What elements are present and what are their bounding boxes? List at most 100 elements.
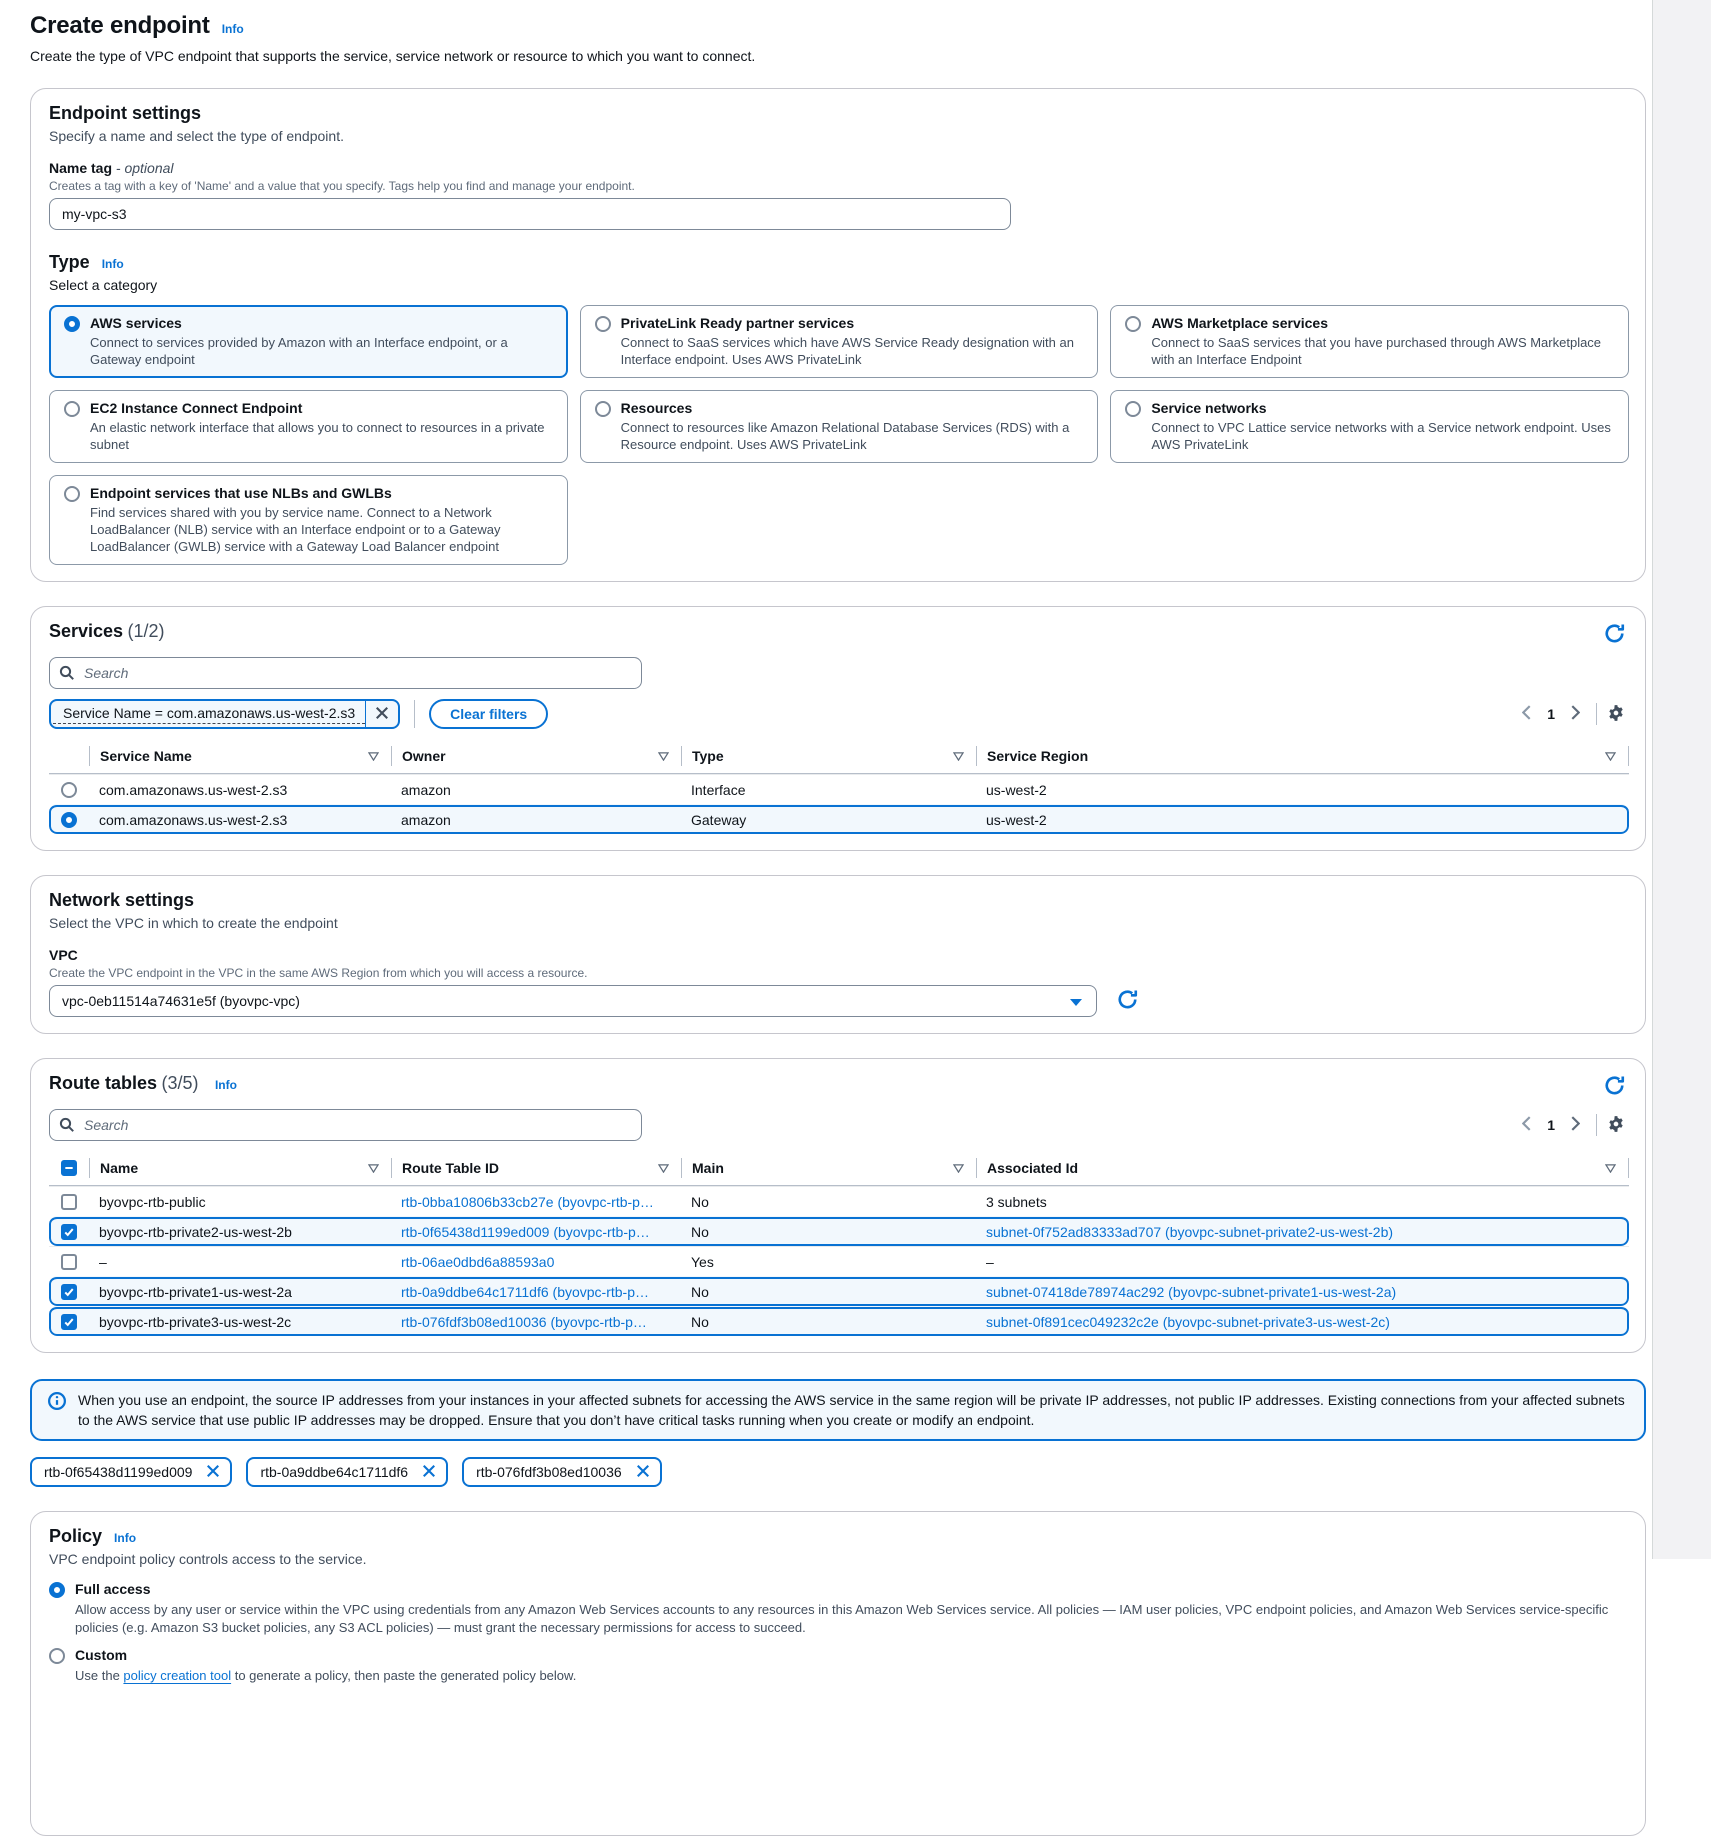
radio-resources[interactable] [595,401,611,417]
route-table-row-public[interactable]: byovpc-rtb-public rtb-0bba10806b33cb27e … [49,1186,1629,1216]
type-option-privatelink-partner-services[interactable]: PrivateLink Ready partner services Conne… [580,305,1099,378]
row-checkbox[interactable] [61,1284,77,1300]
services-refresh-button[interactable] [1602,621,1627,649]
route-tables-preferences-button[interactable] [1605,1113,1627,1138]
close-icon [206,1464,220,1481]
subnet-link[interactable]: subnet-0f752ad83333ad707 (byovpc-subnet-… [986,1224,1393,1240]
column-header-associated-id[interactable]: Associated Id [976,1158,1629,1178]
type-option-ec2-instance-connect[interactable]: EC2 Instance Connect Endpoint An elastic… [49,390,568,463]
services-search-input[interactable] [49,657,642,689]
radio-custom[interactable] [49,1648,65,1664]
radio-ec2-instance-connect[interactable] [64,401,80,417]
route-table-id-link[interactable]: rtb-06ae0dbd6a88593a0 [401,1254,554,1270]
route-table-id-link[interactable]: rtb-0a9ddbe64c1711df6 (byovpc-rtb-p… [401,1284,649,1300]
route-tables-info-link[interactable]: Info [215,1078,237,1092]
route-table-row-main[interactable]: – rtb-06ae0dbd6a88593a0 Yes – [49,1246,1629,1276]
name-cell: byovpc-rtb-private2-us-west-2b [89,1224,391,1240]
page-number[interactable]: 1 [1539,1117,1563,1133]
radio-aws-marketplace-services[interactable] [1125,316,1141,332]
main-cell: No [681,1314,976,1330]
policy-creation-tool-link[interactable]: policy creation tool [123,1668,231,1683]
route-table-row-private3[interactable]: byovpc-rtb-private3-us-west-2c rtb-076fd… [49,1306,1629,1336]
type-option-aws-services[interactable]: AWS services Connect to services provide… [49,305,568,378]
main-cell: Yes [681,1254,976,1270]
page-number[interactable]: 1 [1539,706,1563,722]
row-checkbox[interactable] [61,1194,77,1210]
column-header-route-table-id[interactable]: Route Table ID [391,1158,681,1178]
filter-token-label[interactable]: Service Name = com.amazonaws.us-west-2.s… [53,704,365,724]
name-cell: byovpc-rtb-public [89,1194,391,1210]
policy-option-custom[interactable]: Custom Use the policy creation tool to g… [49,1647,1627,1685]
type-option-service-networks[interactable]: Service networks Connect to VPC Lattice … [1110,390,1629,463]
row-radio[interactable] [61,812,77,828]
column-header-owner[interactable]: Owner [391,746,681,766]
clear-filters-button[interactable]: Clear filters [429,699,548,729]
route-table-token: rtb-076fdf3b08ed10036 [462,1457,662,1487]
type-option-endpoint-services-nlb-gwlb[interactable]: Endpoint services that use NLBs and GWLB… [49,475,568,565]
refresh-icon [1604,1075,1625,1099]
token-label: rtb-076fdf3b08ed10036 [476,1464,622,1480]
type-hint: Select a category [49,277,1627,293]
row-checkbox[interactable] [61,1224,77,1240]
column-header-name[interactable]: Name [89,1158,391,1178]
name-tag-input[interactable] [49,198,1011,230]
radio-aws-services[interactable] [64,316,80,332]
previous-page-button[interactable] [1514,701,1539,727]
radio-endpoint-services-nlb-gwlb[interactable] [64,486,80,502]
route-table-id-link[interactable]: rtb-0bba10806b33cb27e (byovpc-rtb-p… [401,1194,654,1210]
type-info-link[interactable]: Info [102,257,124,271]
chevron-right-icon [1571,705,1580,723]
type-option-aws-marketplace-services[interactable]: AWS Marketplace services Connect to SaaS… [1110,305,1629,378]
column-header-service-name[interactable]: Service Name [89,746,391,766]
services-preferences-button[interactable] [1605,702,1627,727]
associated-id-cell: – [976,1254,1629,1270]
row-checkbox[interactable] [61,1254,77,1270]
sort-icon [658,1160,669,1176]
column-header-type[interactable]: Type [681,746,976,766]
filter-token-dismiss-button[interactable] [366,706,398,723]
service-row-gateway[interactable]: com.amazonaws.us-west-2.s3 amazon Gatewa… [49,804,1629,834]
vpc-select[interactable]: vpc-0eb11514a74631e5f (byovpc-vpc) [49,985,1097,1017]
radio-privatelink-partner-services[interactable] [595,316,611,332]
token-dismiss-button[interactable] [634,1464,652,1481]
column-header-main[interactable]: Main [681,1158,976,1178]
radio-full-access[interactable] [49,1582,65,1598]
subnets-popover-trigger[interactable]: 3 subnets [986,1194,1047,1210]
next-page-button[interactable] [1563,701,1588,727]
token-dismiss-button[interactable] [204,1464,222,1481]
route-table-row-private2[interactable]: byovpc-rtb-private2-us-west-2b rtb-0f654… [49,1216,1629,1246]
endpoint-settings-panel: Endpoint settings Specify a name and sel… [30,88,1646,582]
page-info-link[interactable]: Info [222,22,244,36]
radio-service-networks[interactable] [1125,401,1141,417]
selected-route-table-tokens: rtb-0f65438d1199ed009 rtb-0a9ddbe64c1711… [30,1457,1646,1487]
full-access-label: Full access [75,1581,1627,1597]
route-tables-refresh-button[interactable] [1602,1073,1627,1101]
sort-icon [658,748,669,764]
row-checkbox[interactable] [61,1314,77,1330]
custom-description: Use the policy creation tool to generate… [75,1667,576,1685]
policy-info-link[interactable]: Info [114,1531,136,1545]
network-settings-title: Network settings [49,890,194,910]
route-tables-search [49,1109,642,1141]
network-settings-panel: Network settings Select the VPC in which… [30,875,1646,1034]
main-cell: No [681,1194,976,1210]
subnet-link[interactable]: subnet-07418de78974ac292 (byovpc-subnet-… [986,1284,1396,1300]
route-table-id-link[interactable]: rtb-076fdf3b08ed10036 (byovpc-rtb-p… [401,1314,647,1330]
vpc-selected-value: vpc-0eb11514a74631e5f (byovpc-vpc) [62,993,300,1009]
policy-option-full-access[interactable]: Full access Allow access by any user or … [49,1581,1627,1637]
route-tables-search-input[interactable] [49,1109,642,1141]
row-radio[interactable] [61,782,77,798]
endpoint-info-alert: When you use an endpoint, the source IP … [30,1379,1646,1441]
route-table-id-link[interactable]: rtb-0f65438d1199ed009 (byovpc-rtb-p… [401,1224,650,1240]
next-page-button[interactable] [1563,1112,1588,1138]
token-dismiss-button[interactable] [420,1464,438,1481]
route-table-row-private1[interactable]: byovpc-rtb-private1-us-west-2a rtb-0a9dd… [49,1276,1629,1306]
network-settings-description: Select the VPC in which to create the en… [49,915,1627,931]
vpc-refresh-button[interactable] [1115,987,1140,1015]
type-option-resources[interactable]: Resources Connect to resources like Amaz… [580,390,1099,463]
select-all-checkbox[interactable] [61,1160,77,1176]
previous-page-button[interactable] [1514,1112,1539,1138]
column-header-service-region[interactable]: Service Region [976,746,1629,766]
subnet-link[interactable]: subnet-0f891cec049232c2e (byovpc-subnet-… [986,1314,1390,1330]
service-row-interface[interactable]: com.amazonaws.us-west-2.s3 amazon Interf… [49,774,1629,804]
